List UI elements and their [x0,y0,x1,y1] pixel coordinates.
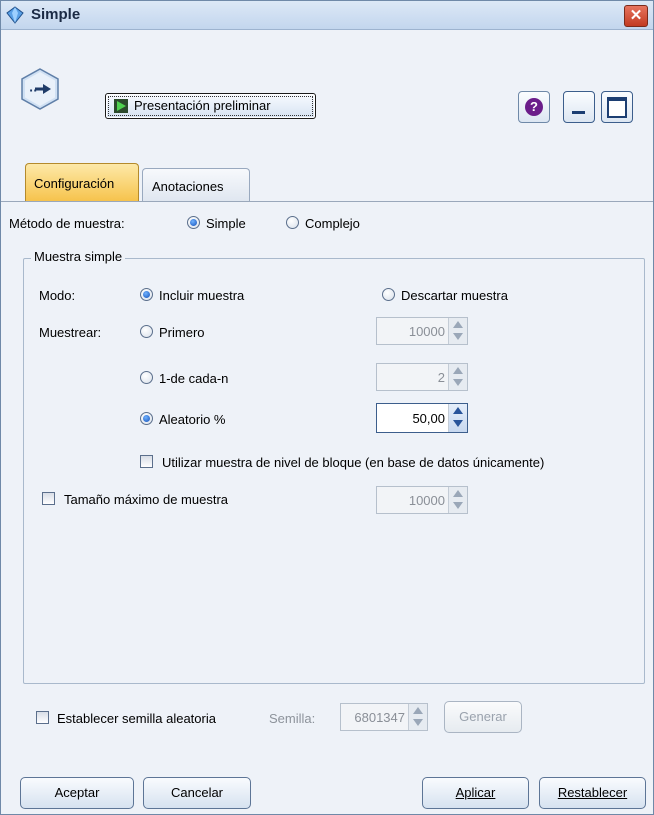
preview-button-label: Presentación preliminar [134,98,271,113]
stepper-down-icon[interactable] [453,420,463,427]
method-simple-radio[interactable] [187,216,200,229]
sample-nth-radio[interactable] [140,371,153,384]
minimize-icon [572,111,585,114]
seed-label: Semilla: [269,711,316,726]
stepper-up-icon[interactable] [453,321,463,328]
stepper-down-icon[interactable] [453,379,463,386]
mode-discard-label: Descartar muestra [401,288,508,303]
stepper-up-icon[interactable] [453,367,463,374]
generate-button[interactable]: Generar [444,701,522,733]
sample-random-radio[interactable] [140,412,153,425]
nth-stepper[interactable]: 2 [376,363,468,391]
header-toolbar: ·· Presentación preliminar ? [1,30,653,153]
stepper-arrows[interactable] [408,704,427,730]
sample-node-icon: ·· [21,68,59,110]
sample-first-label: Primero [159,325,205,340]
stepper-arrows[interactable] [448,364,467,390]
tab-anotaciones-label: Anotaciones [152,179,224,194]
first-count-value: 10000 [408,324,445,339]
help-button[interactable]: ? [518,91,550,123]
tab-configuracion-label: Configuración [34,176,115,191]
reset-button[interactable]: Restablecer [539,777,646,809]
stepper-up-icon[interactable] [453,407,463,414]
sample-random-label: Aleatorio % [159,412,226,427]
minimize-button[interactable] [563,91,595,123]
seed-value: 6801347 [354,710,405,725]
nth-value: 2 [437,370,445,385]
diamond-app-icon [6,6,24,24]
max-size-value: 10000 [408,493,445,508]
method-complex-radio[interactable] [286,216,299,229]
max-size-checkbox[interactable] [42,492,55,505]
stepper-arrows[interactable] [448,487,467,513]
sample-nth-label: 1-de cada-n [159,371,229,386]
random-seed-checkbox[interactable] [36,711,49,724]
dialog-window: Simple ✕ ·· Presentación preliminar ? Co… [0,0,654,815]
mode-discard-radio[interactable] [382,288,395,301]
preview-button[interactable]: Presentación preliminar [105,93,316,119]
block-level-label: Utilizar muestra de nivel de bloque (en … [162,455,545,470]
accept-button[interactable]: Aceptar [20,777,134,809]
random-percent-stepper[interactable]: 50,00 [376,403,468,433]
method-simple-label: Simple [206,216,246,231]
apply-button[interactable]: Aplicar [422,777,529,809]
title-bar[interactable]: Simple ✕ [1,1,653,30]
max-size-stepper[interactable]: 10000 [376,486,468,514]
stepper-arrows[interactable] [448,404,467,432]
sample-label: Muestrear: [39,325,102,340]
mode-include-label: Incluir muestra [159,288,245,303]
stepper-down-icon[interactable] [453,502,463,509]
mode-include-radio[interactable] [140,288,153,301]
first-count-stepper[interactable]: 10000 [376,317,468,345]
stepper-up-icon[interactable] [413,707,423,714]
help-icon: ? [525,98,543,116]
settings-panel: Método de muestra: Simple Complejo Muest… [1,202,653,814]
sample-method-label: Método de muestra: [9,216,125,231]
method-complex-label: Complejo [305,216,360,231]
stepper-up-icon[interactable] [453,490,463,497]
block-level-checkbox[interactable] [140,455,153,468]
tab-configuracion[interactable]: Configuración [25,163,139,202]
simple-sample-group-title: Muestra simple [31,249,126,264]
stepper-arrows[interactable] [448,318,467,344]
seed-stepper[interactable]: 6801347 [340,703,428,731]
random-seed-label: Establecer semilla aleatoria [57,711,216,726]
tab-anotaciones[interactable]: Anotaciones [142,168,250,202]
stepper-down-icon[interactable] [453,333,463,340]
maximize-button[interactable] [601,91,633,123]
cancel-button[interactable]: Cancelar [143,777,251,809]
simple-sample-group [23,258,645,684]
window-title: Simple [31,6,81,23]
max-size-label: Tamaño máximo de muestra [64,492,229,507]
close-icon: ✕ [629,7,643,24]
sample-first-radio[interactable] [140,325,153,338]
maximize-icon [607,97,627,118]
play-icon [114,99,128,113]
close-button[interactable]: ✕ [624,5,648,27]
mode-label: Modo: [39,288,76,303]
random-percent-value: 50,00 [412,411,445,426]
stepper-down-icon[interactable] [413,719,423,726]
